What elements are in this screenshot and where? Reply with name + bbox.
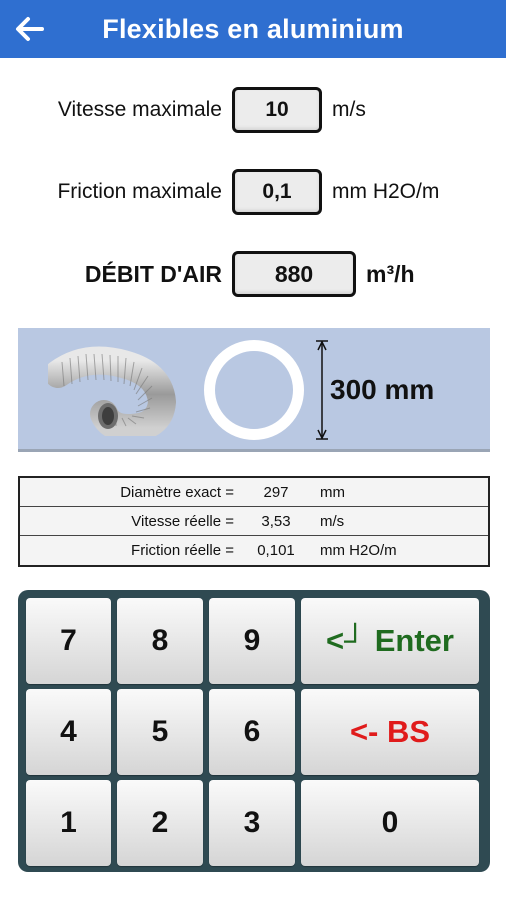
key-3[interactable]: 3 — [209, 780, 295, 866]
max-speed-row: Vitesse maximale 10 m/s — [0, 86, 506, 134]
result-value: 297 — [263, 483, 289, 501]
result-value: 3,53 — [261, 512, 291, 530]
flexible-duct-icon — [48, 346, 177, 436]
key-9[interactable]: 9 — [209, 598, 295, 684]
dimension-line-icon — [316, 340, 328, 440]
page-title: Flexibles en aluminium — [102, 13, 404, 44]
max-speed-unit: m/s — [332, 98, 366, 121]
key-5[interactable]: 5 — [117, 689, 203, 775]
numeric-keypad: 7 8 9 <┘ Enter 4 5 6 <- BS 1 2 3 0 — [18, 590, 490, 872]
max-friction-unit: mm H2O/m — [332, 180, 440, 203]
key-6[interactable]: 6 — [209, 689, 295, 775]
airflow-unit: m³/h — [366, 260, 415, 287]
table-row: Diamètre exact = 297 mm — [20, 478, 488, 507]
max-speed-field[interactable]: 10 — [232, 87, 322, 133]
arrow-left-icon — [16, 17, 44, 41]
table-row: Friction réelle = 0,101 mm H2O/m — [20, 536, 488, 565]
enter-button[interactable]: <┘ Enter — [301, 598, 479, 684]
result-unit: mm H2O/m — [320, 542, 397, 559]
airflow-row: DÉBIT D'AIR 880 m³/h — [0, 250, 506, 298]
backspace-button[interactable]: <- BS — [301, 689, 479, 775]
key-1[interactable]: 1 — [26, 780, 111, 866]
key-0[interactable]: 0 — [301, 780, 479, 866]
key-4[interactable]: 4 — [26, 689, 111, 775]
key-2[interactable]: 2 — [117, 780, 203, 866]
airflow-label: DÉBIT D'AIR — [84, 260, 222, 287]
results-table: Diamètre exact = 297 mm Vitesse réelle =… — [18, 476, 490, 567]
result-label: Vitesse réelle = — [131, 512, 234, 530]
diameter-label: 300 mm — [330, 374, 435, 405]
max-speed-label: Vitesse maximale — [57, 98, 222, 121]
result-unit: mm — [320, 483, 345, 501]
key-7[interactable]: 7 — [26, 598, 111, 684]
result-label: Diamètre exact = — [120, 483, 234, 501]
result-unit: m/s — [320, 512, 345, 530]
duct-illustration-panel: 300 mm — [18, 328, 490, 452]
back-button[interactable] — [12, 12, 46, 46]
table-row: Vitesse réelle = 3,53 m/s — [20, 507, 488, 536]
result-value: 0,101 — [257, 542, 295, 559]
duct-section-circle — [204, 340, 304, 440]
max-friction-field[interactable]: 0,1 — [232, 169, 322, 215]
max-friction-label: Friction maximale — [57, 180, 222, 203]
app-bar: Flexibles en aluminium — [0, 0, 506, 58]
result-label: Friction réelle = — [131, 542, 234, 559]
key-8[interactable]: 8 — [117, 598, 203, 684]
max-friction-row: Friction maximale 0,1 mm H2O/m — [0, 168, 506, 216]
airflow-field[interactable]: 880 — [232, 251, 356, 297]
